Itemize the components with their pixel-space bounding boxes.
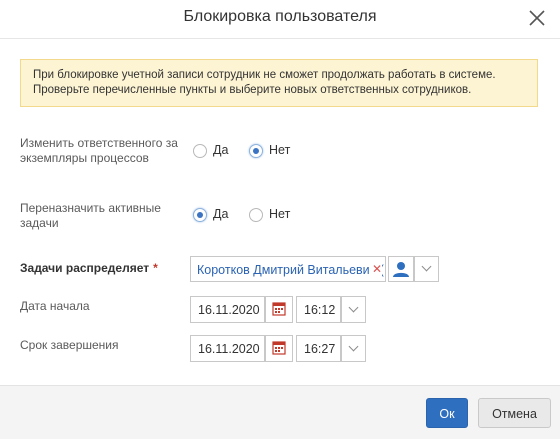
end-date-picker-button[interactable] (265, 335, 293, 362)
start-time-dropdown-button[interactable] (341, 296, 366, 323)
reassign-tasks-no-label[interactable]: Нет (269, 207, 290, 221)
start-time-input[interactable]: 16:12 (296, 296, 341, 323)
change-responsible-label-line-1: Изменить ответственного за (20, 136, 178, 150)
user-picker-button[interactable] (388, 256, 414, 282)
distributor-user-name[interactable]: Коротков Дмитрий Витальевич ( (197, 263, 384, 277)
dialog-header: Блокировка пользователя (0, 0, 560, 39)
end-time-dropdown-button[interactable] (341, 335, 366, 362)
dialog-title: Блокировка пользователя (183, 8, 377, 25)
start-time-value[interactable]: 16:12 (304, 303, 335, 317)
start-date-picker-button[interactable] (265, 296, 293, 323)
close-icon[interactable] (524, 5, 550, 31)
end-date-value[interactable]: 16.11.2020 (198, 342, 260, 356)
change-responsible-no-label[interactable]: Нет (269, 143, 290, 157)
change-responsible-no-radio[interactable] (249, 144, 263, 158)
chevron-down-icon (348, 341, 358, 351)
close-x-icon[interactable]: ✕ (369, 262, 382, 276)
notice-line-2: Проверьте перечисленные пункты и выберит… (33, 84, 472, 96)
end-time-input[interactable]: 16:27 (296, 335, 341, 362)
reassign-tasks-yes-radio[interactable] (193, 208, 207, 222)
notice-line-1: При блокировке учетной записи сотрудник … (33, 69, 496, 81)
warning-notice: При блокировке учетной записи сотрудник … (20, 59, 538, 107)
reassign-tasks-label: Переназначить активные задачи (20, 201, 161, 231)
distributor-dropdown-button[interactable] (414, 256, 439, 282)
start-date-label: Дата начала (20, 299, 90, 313)
change-responsible-label-line-2: экземпляры процессов (20, 151, 149, 165)
change-responsible-yes-label[interactable]: Да (213, 143, 228, 157)
distributor-user-field[interactable]: Коротков Дмитрий Витальевич ( ✕ (190, 256, 386, 282)
cancel-button[interactable]: Отмена (478, 398, 551, 428)
reassign-tasks-yes-label[interactable]: Да (213, 207, 228, 221)
change-responsible-label: Изменить ответственного за экземпляры пр… (20, 136, 178, 166)
change-responsible-yes-radio[interactable] (193, 144, 207, 158)
distributor-label-text: Задачи распределяет (20, 261, 150, 275)
end-date-input[interactable]: 16.11.2020 (190, 335, 265, 362)
chevron-down-icon (421, 261, 431, 272)
chevron-down-icon (348, 302, 358, 312)
end-time-value[interactable]: 16:27 (304, 342, 335, 356)
reassign-tasks-label-line-2: задачи (20, 216, 59, 230)
start-date-input[interactable]: 16.11.2020 (190, 296, 265, 323)
ok-button[interactable]: Ок (426, 398, 468, 428)
dialog-footer: Ок Отмена (0, 385, 560, 439)
distributor-label: Задачи распределяет * (20, 261, 158, 276)
end-date-label: Срок завершения (20, 338, 119, 352)
start-date-value[interactable]: 16.11.2020 (198, 303, 260, 317)
reassign-tasks-label-line-1: Переназначить активные (20, 201, 161, 215)
required-mark: * (153, 261, 158, 275)
reassign-tasks-no-radio[interactable] (249, 208, 263, 222)
